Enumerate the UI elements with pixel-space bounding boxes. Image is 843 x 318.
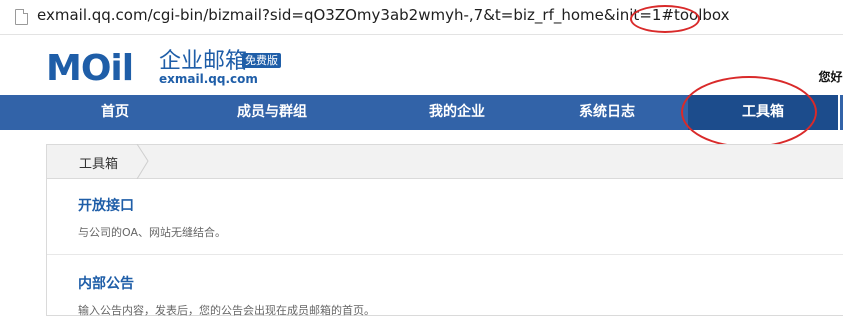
address-bar[interactable]: exmail.qq.com/cgi-bin/bizmail?sid=qO3ZOm… bbox=[0, 0, 843, 35]
section-desc-open-api: 与公司的OA、网站无缝结合。 bbox=[78, 226, 226, 239]
edition-badge: 免费版 bbox=[242, 53, 281, 68]
section-open-api: 开放接口 与公司的OA、网站无缝结合。 bbox=[78, 195, 226, 240]
section-title-announcement[interactable]: 内部公告 bbox=[78, 273, 375, 293]
section-divider bbox=[47, 254, 843, 255]
breadcrumb: 工具箱 bbox=[47, 144, 843, 179]
section-announcement: 内部公告 输入公告内容，发表后，您的公告会出现在成员邮箱的首页。 bbox=[78, 273, 375, 318]
section-desc-announcement: 输入公告内容，发表后，您的公告会出现在成员邮箱的首页。 bbox=[78, 304, 375, 317]
annotation-oval-url bbox=[630, 5, 700, 33]
nav-separator bbox=[838, 95, 840, 130]
logo-domain: exmail.qq.com bbox=[159, 72, 258, 86]
user-greeting: 您好, bbox=[818, 70, 843, 84]
logo-mark[interactable]: MOil bbox=[46, 49, 134, 89]
url-main: exmail.qq.com/cgi-bin/bizmail?sid=qO3ZOm… bbox=[37, 6, 674, 24]
breadcrumb-label: 工具箱 bbox=[79, 157, 119, 172]
page-icon bbox=[15, 9, 28, 25]
nav-item-logs[interactable]: 系统日志 bbox=[515, 95, 699, 130]
toolbox-panel: 工具箱 开放接口 与公司的OA、网站无缝结合。 内部公告 输入公告内容，发表后，… bbox=[46, 144, 843, 318]
logo-title: 企业邮箱 bbox=[159, 49, 248, 74]
url-text[interactable]: exmail.qq.com/cgi-bin/bizmail?sid=qO3ZOm… bbox=[37, 6, 730, 24]
annotation-oval-toolbox bbox=[681, 76, 817, 148]
section-title-open-api[interactable]: 开放接口 bbox=[78, 195, 226, 215]
